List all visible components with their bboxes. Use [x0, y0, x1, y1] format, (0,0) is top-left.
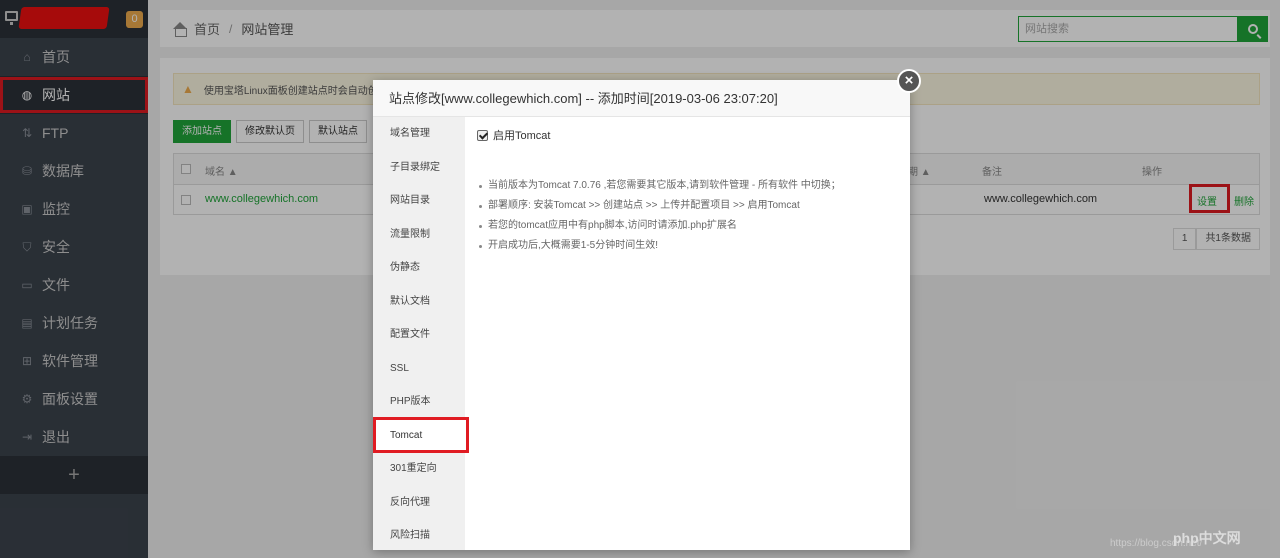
tomcat-panel: 启用Tomcat 当前版本为Tomcat 7.0.76 ,若您需要其它版本,请到…: [477, 127, 897, 256]
tip-item: 若您的tomcat应用中有php脚本,访问时请添加.php扩展名: [477, 216, 897, 236]
modal-close-button[interactable]: ×: [897, 69, 921, 93]
tip-item: 部署顺序: 安装Tomcat >> 创建站点 >> 上传并配置项目 >> 启用T…: [477, 196, 897, 216]
tomcat-tips: 当前版本为Tomcat 7.0.76 ,若您需要其它版本,请到软件管理 - 所有…: [477, 176, 897, 256]
tip-item: 开启成功后,大概需要1-5分钟时间生效!: [477, 236, 897, 256]
tab-domain-management[interactable]: 域名管理: [373, 117, 465, 151]
tab-risk-scan[interactable]: 风险扫描: [373, 519, 465, 553]
tip-item: 当前版本为Tomcat 7.0.76 ,若您需要其它版本,请到软件管理 - 所有…: [477, 176, 897, 196]
tab-redirect-301[interactable]: 301重定向: [373, 452, 465, 486]
tab-subdirectory-binding[interactable]: 子目录绑定: [373, 151, 465, 185]
modal-title: 站点修改[www.collegewhich.com] -- 添加时间[2019-…: [373, 80, 910, 117]
site-edit-modal: 站点修改[www.collegewhich.com] -- 添加时间[2019-…: [373, 80, 910, 550]
highlight-box-tomcat: [373, 417, 469, 453]
tab-config-file[interactable]: 配置文件: [373, 318, 465, 352]
tab-default-document[interactable]: 默认文档: [373, 285, 465, 319]
tab-site-directory[interactable]: 网站目录: [373, 184, 465, 218]
watermark-logo: php中文网: [1173, 530, 1241, 546]
tab-php-version[interactable]: PHP版本: [373, 385, 465, 419]
tab-ssl[interactable]: SSL: [373, 352, 465, 386]
tab-reverse-proxy[interactable]: 反向代理: [373, 486, 465, 520]
tab-traffic-limit[interactable]: 流量限制: [373, 218, 465, 252]
enable-tomcat-label[interactable]: 启用Tomcat: [493, 127, 550, 143]
tab-rewrite[interactable]: 伪静态: [373, 251, 465, 285]
modal-tabs: 域名管理 子目录绑定 网站目录 流量限制 伪静态 默认文档 配置文件 SSL P…: [373, 117, 465, 550]
tomcat-toggle: 启用Tomcat: [477, 127, 897, 143]
enable-tomcat-checkbox[interactable]: [477, 129, 488, 141]
